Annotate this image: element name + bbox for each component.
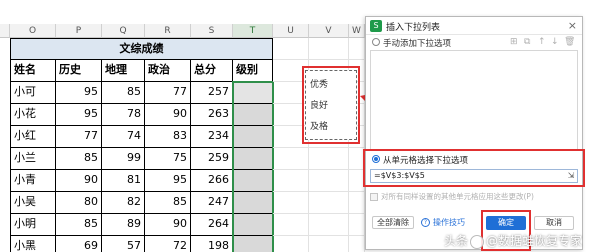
header-cell-politics[interactable]: 政治	[145, 60, 191, 82]
history-cell[interactable]: 95	[56, 104, 102, 126]
tips-link[interactable]: 操作技巧	[433, 217, 465, 228]
empty-cell[interactable]	[273, 148, 309, 170]
col-header-w[interactable]: W	[349, 24, 365, 38]
student-name-cell[interactable]: 小青	[10, 170, 56, 192]
col-header-v[interactable]: V	[309, 24, 349, 38]
header-cell-geo[interactable]: 地理	[102, 60, 145, 82]
geo-cell[interactable]: 57	[102, 236, 145, 252]
selection-range	[232, 81, 274, 252]
total-cell[interactable]: 259	[191, 148, 233, 170]
student-name-cell[interactable]: 小明	[10, 214, 56, 236]
col-header-s[interactable]: S	[191, 24, 233, 38]
spreadsheet-app-icon: S	[370, 20, 382, 32]
header-cell-level[interactable]: 级别	[233, 60, 273, 82]
col-header-p[interactable]: P	[56, 24, 102, 38]
empty-cell[interactable]	[309, 170, 349, 192]
col-header-o[interactable]	[0, 24, 10, 38]
move-down-icon[interactable]: ↓	[551, 37, 559, 47]
history-cell[interactable]: 77	[56, 126, 102, 148]
empty-cell[interactable]	[273, 214, 309, 236]
total-cell[interactable]: 198	[191, 236, 233, 252]
geo-cell[interactable]: 78	[102, 104, 145, 126]
politics-cell[interactable]: 90	[145, 104, 191, 126]
table-title-cell[interactable]: 文综成绩	[10, 38, 273, 60]
highlight-box-cell-option	[363, 149, 585, 187]
student-name-cell[interactable]: 小吴	[10, 192, 56, 214]
close-icon[interactable]: ×	[568, 19, 577, 32]
apply-same-settings-checkbox[interactable]	[370, 193, 378, 201]
history-cell[interactable]: 85	[56, 214, 102, 236]
geo-cell[interactable]: 82	[102, 192, 145, 214]
header-cell-total[interactable]: 总分	[191, 60, 233, 82]
manual-options-label[interactable]: 手动添加下拉选项	[383, 37, 451, 49]
watermark-text-left: 头条	[444, 234, 469, 248]
manual-options-list[interactable]	[370, 50, 578, 150]
geo-cell[interactable]: 99	[102, 148, 145, 170]
copy-item-icon[interactable]: ⧉	[524, 37, 530, 47]
politics-cell[interactable]: 72	[145, 236, 191, 252]
watermark-logo-icon	[470, 234, 485, 249]
radio-manual-options[interactable]	[372, 38, 380, 46]
dialog-title: 插入下拉列表	[386, 23, 441, 33]
student-name-cell[interactable]: 小黑	[10, 236, 56, 252]
history-cell[interactable]: 85	[56, 148, 102, 170]
col-header-t[interactable]: T	[233, 24, 273, 38]
student-name-cell[interactable]: 小花	[10, 104, 56, 126]
watermark-text-right: @数据蛙恢复专家	[486, 234, 583, 248]
empty-cell[interactable]	[309, 236, 349, 252]
empty-cell[interactable]	[349, 236, 365, 252]
col-header-o[interactable]: O	[10, 24, 56, 38]
highlight-box-source	[302, 66, 360, 144]
delete-item-icon[interactable]: 🗑	[564, 37, 575, 47]
insert-dropdown-dialog[interactable]: S 插入下拉列表 × 手动添加下拉选项 ⊞ ⧉ ↑ ↓ 🗑 从单元格选择下拉选项…	[363, 16, 585, 251]
history-cell[interactable]: 69	[56, 236, 102, 252]
empty-cell[interactable]	[309, 192, 349, 214]
politics-cell[interactable]: 85	[145, 192, 191, 214]
student-name-cell[interactable]: 小红	[10, 126, 56, 148]
student-name-cell[interactable]: 小兰	[10, 148, 56, 170]
apply-same-settings-label: 对所有同样设置的其他单元格应用这些更改(P)	[381, 192, 534, 201]
clear-all-button[interactable]: 全部清除	[372, 216, 414, 229]
tips-icon[interactable]: ?	[421, 218, 430, 227]
watermark: 头条 @数据蛙恢复专家	[444, 232, 582, 249]
politics-cell[interactable]: 95	[145, 170, 191, 192]
politics-cell[interactable]: 77	[145, 82, 191, 104]
col-header-u[interactable]: U	[273, 24, 309, 38]
empty-cell[interactable]	[273, 192, 309, 214]
empty-cell[interactable]	[349, 214, 365, 236]
move-up-icon[interactable]: ↑	[538, 37, 546, 47]
header-cell-history[interactable]: 历史	[56, 60, 102, 82]
empty-cell[interactable]	[309, 148, 349, 170]
total-cell[interactable]: 266	[191, 170, 233, 192]
history-cell[interactable]: 90	[56, 170, 102, 192]
empty-cell[interactable]	[309, 38, 349, 60]
col-header-r[interactable]: R	[145, 24, 191, 38]
total-cell[interactable]: 257	[191, 82, 233, 104]
empty-cell[interactable]	[309, 214, 349, 236]
empty-cell[interactable]	[273, 170, 309, 192]
dialog-title-bar[interactable]: S 插入下拉列表 ×	[366, 17, 582, 35]
geo-cell[interactable]: 89	[102, 214, 145, 236]
header-cell-name[interactable]: 姓名	[10, 60, 56, 82]
empty-cell[interactable]	[349, 192, 365, 214]
history-cell[interactable]: 80	[56, 192, 102, 214]
total-cell[interactable]: 263	[191, 104, 233, 126]
student-name-cell[interactable]: 小可	[10, 82, 56, 104]
cancel-button[interactable]: 取消	[534, 216, 574, 230]
add-item-icon[interactable]: ⊞	[510, 37, 518, 47]
total-cell[interactable]: 234	[191, 126, 233, 148]
politics-cell[interactable]: 83	[145, 126, 191, 148]
total-cell[interactable]: 247	[191, 192, 233, 214]
geo-cell[interactable]: 81	[102, 170, 145, 192]
politics-cell[interactable]: 75	[145, 148, 191, 170]
empty-cell[interactable]	[273, 236, 309, 252]
empty-cell[interactable]	[273, 38, 309, 60]
col-header-q[interactable]: Q	[102, 24, 145, 38]
total-cell[interactable]: 264	[191, 214, 233, 236]
geo-cell[interactable]: 85	[102, 82, 145, 104]
geo-cell[interactable]: 74	[102, 126, 145, 148]
history-cell[interactable]: 95	[56, 82, 102, 104]
politics-cell[interactable]: 90	[145, 214, 191, 236]
empty-cell[interactable]	[349, 38, 365, 60]
